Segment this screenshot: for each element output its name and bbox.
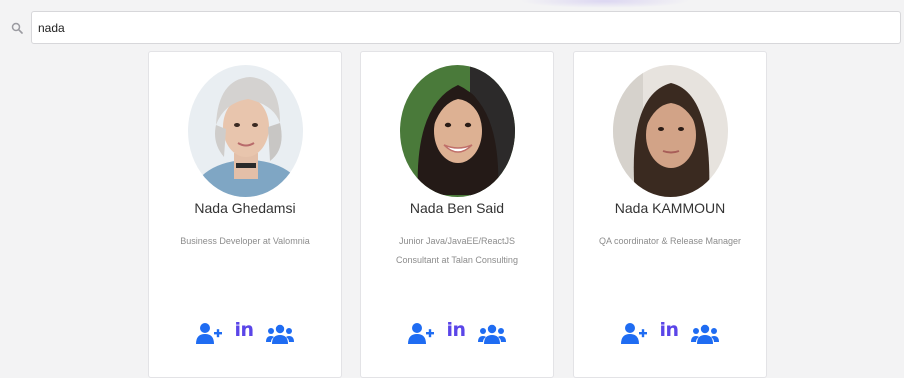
add-user-icon[interactable]	[408, 321, 435, 345]
add-user-icon[interactable]	[621, 321, 648, 345]
profile-title: Junior Java/JavaEE/ReactJS Consultant at…	[396, 236, 518, 265]
linkedin-icon[interactable]: in	[446, 319, 466, 341]
profile-name: Nada Ben Said	[409, 200, 505, 216]
add-user-icon[interactable]	[196, 321, 223, 345]
profile-card: Nada KAMMOUN QA coordinator & Release Ma…	[573, 51, 767, 378]
group-icon[interactable]	[265, 323, 294, 345]
group-icon[interactable]	[477, 323, 506, 345]
avatar	[400, 65, 515, 197]
group-icon[interactable]	[690, 323, 719, 345]
profile-actions: in	[574, 315, 766, 345]
profile-actions: in	[361, 315, 553, 345]
search-input[interactable]	[31, 11, 901, 44]
linkedin-icon[interactable]: in	[234, 319, 254, 341]
profile-title: QA coordinator & Release Manager	[598, 236, 742, 246]
linkedin-icon[interactable]: in	[659, 319, 679, 341]
profile-results: Nada Ghedamsi Business Developer at Valo…	[148, 51, 768, 378]
profile-title: Business Developer at Valomnia	[180, 236, 310, 246]
profile-actions: in	[149, 315, 341, 345]
search-icon	[11, 22, 23, 34]
profile-card: Nada Ghedamsi Business Developer at Valo…	[148, 51, 342, 378]
avatar	[613, 65, 728, 197]
avatar	[188, 65, 303, 197]
profile-card: Nada Ben Said Junior Java/JavaEE/ReactJS…	[360, 51, 554, 378]
search-bar	[0, 10, 904, 46]
profile-name: Nada Ghedamsi	[194, 200, 296, 216]
profile-name: Nada KAMMOUN	[614, 200, 726, 216]
header-glow	[520, 0, 690, 8]
